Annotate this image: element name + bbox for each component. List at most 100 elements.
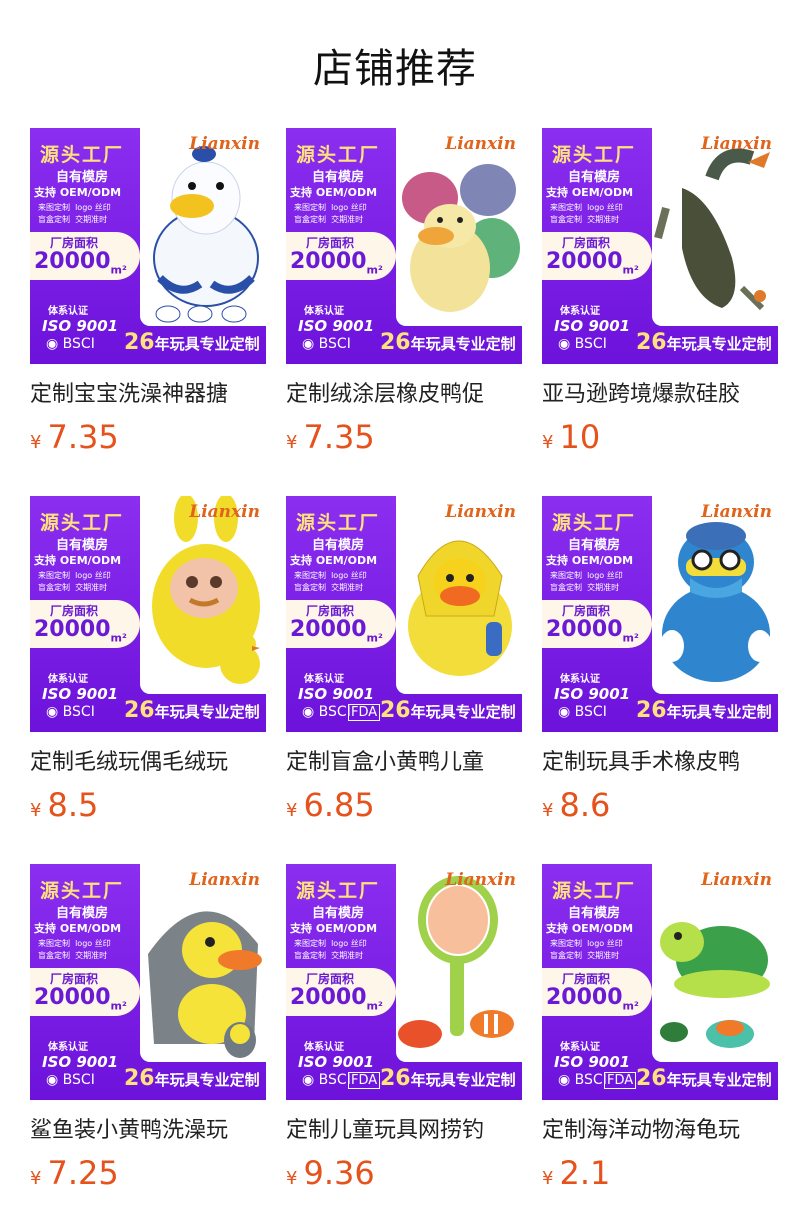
product-image[interactable]: 源头工厂 自有模房 支持 OEM/ODM 来图定制 logo 丝印 盲盒定制 交… <box>286 864 522 1100</box>
area-box: 厂房面积 20000m² <box>30 600 140 648</box>
own-mold-text: 自有模房 <box>568 538 621 553</box>
product-card[interactable]: 源头工厂 自有模房 支持 OEM/ODM 来图定制 logo 丝印 盲盒定制 交… <box>30 864 266 1192</box>
oem-text: 支持 OEM/ODM <box>34 922 122 935</box>
cert-label: 体系认证 <box>48 1042 88 1053</box>
product-name[interactable]: 定制毛绒玩偶毛绒玩 <box>30 744 266 780</box>
product-price: ¥8.6 <box>542 786 611 824</box>
product-name[interactable]: 亚马逊跨境爆款硅胶 <box>542 376 778 412</box>
product-price: ¥6.85 <box>286 786 375 824</box>
product-image[interactable]: 源头工厂 自有模房 支持 OEM/ODM 来图定制 logo 丝印 盲盒定制 交… <box>542 496 778 732</box>
own-mold-text: 自有模房 <box>56 538 109 553</box>
iso-label: ISO 9001 <box>298 685 375 703</box>
product-price: ¥2.1 <box>542 1154 611 1192</box>
area-value: 20000m² <box>34 617 127 645</box>
bsci-logo: ◉ BSCI <box>46 704 95 720</box>
services-text: 来图定制 logo 丝印 盲盒定制 交期准时 <box>550 939 623 960</box>
product-name[interactable]: 定制盲盒小黄鸭儿童 <box>286 744 522 780</box>
cert-label: 体系认证 <box>304 674 344 685</box>
oem-text: 支持 OEM/ODM <box>546 554 634 567</box>
own-mold-text: 自有模房 <box>568 170 621 185</box>
area-value: 20000m² <box>546 985 639 1013</box>
product-card[interactable]: 源头工厂 自有模房 支持 OEM/ODM 来图定制 logo 丝印 盲盒定制 交… <box>286 496 522 824</box>
product-name[interactable]: 定制玩具手术橡皮鸭 <box>542 744 778 780</box>
area-value: 20000m² <box>546 617 639 645</box>
product-image[interactable]: 源头工厂 自有模房 支持 OEM/ODM 来图定制 logo 丝印 盲盒定制 交… <box>542 128 778 364</box>
iso-label: ISO 9001 <box>42 685 119 703</box>
area-box: 厂房面积 20000m² <box>542 600 652 648</box>
product-card[interactable]: 源头工厂 自有模房 支持 OEM/ODM 来图定制 logo 丝印 盲盒定制 交… <box>286 864 522 1192</box>
iso-label: ISO 9001 <box>298 1053 375 1071</box>
oem-text: 支持 OEM/ODM <box>290 922 378 935</box>
own-mold-text: 自有模房 <box>312 906 365 921</box>
oem-text: 支持 OEM/ODM <box>546 186 634 199</box>
cert-label: 体系认证 <box>48 306 88 317</box>
factory-text: 源头工厂 <box>552 144 637 166</box>
product-image[interactable]: 源头工厂 自有模房 支持 OEM/ODM 来图定制 logo 丝印 盲盒定制 交… <box>30 864 266 1100</box>
slogan: 26年玩具专业定制 <box>636 698 772 723</box>
bunny-duck-icon <box>140 496 266 694</box>
area-box: 厂房面积 20000m² <box>286 600 396 648</box>
own-mold-text: 自有模房 <box>56 906 109 921</box>
product-card[interactable]: 源头工厂 自有模房 支持 OEM/ODM 来图定制 logo 丝印 盲盒定制 交… <box>542 128 778 456</box>
bsci-logo: ◉ BSCI <box>558 336 607 352</box>
services-text: 来图定制 logo 丝印 盲盒定制 交期准时 <box>294 939 367 960</box>
area-box: 厂房面积 20000m² <box>542 968 652 1016</box>
iso-label: ISO 9001 <box>554 685 631 703</box>
area-box: 厂房面积 20000m² <box>286 968 396 1016</box>
fishing-net-toy-icon <box>396 864 522 1062</box>
product-image[interactable]: 源头工厂 自有模房 支持 OEM/ODM 来图定制 logo 丝印 盲盒定制 交… <box>286 496 522 732</box>
cert-label: 体系认证 <box>560 306 600 317</box>
product-price: ¥10 <box>542 418 601 456</box>
product-name[interactable]: 定制绒涂层橡皮鸭促 <box>286 376 522 412</box>
services-text: 来图定制 logo 丝印 盲盒定制 交期准时 <box>38 571 111 592</box>
iso-label: ISO 9001 <box>42 317 119 335</box>
product-card[interactable]: 源头工厂 自有模房 支持 OEM/ODM 来图定制 logo 丝印 盲盒定制 交… <box>542 864 778 1192</box>
factory-text: 源头工厂 <box>40 144 125 166</box>
factory-text: 源头工厂 <box>552 880 637 902</box>
product-name[interactable]: 定制儿童玩具网捞钓 <box>286 1112 522 1148</box>
product-card[interactable]: 源头工厂 自有模房 支持 OEM/ODM 来图定制 logo 丝印 盲盒定制 交… <box>30 496 266 824</box>
bsci-logo: ◉ BSCI <box>302 1072 351 1088</box>
product-price: ¥9.36 <box>286 1154 375 1192</box>
slogan: 26年玩具专业定制 <box>124 698 260 723</box>
product-image[interactable]: 源头工厂 自有模房 支持 OEM/ODM 来图定制 logo 丝印 盲盒定制 交… <box>30 496 266 732</box>
brand-logo: Lianxin <box>189 134 260 154</box>
iso-label: ISO 9001 <box>554 317 631 335</box>
slogan: 26年玩具专业定制 <box>380 330 516 355</box>
product-card[interactable]: 源头工厂 自有模房 支持 OEM/ODM 来图定制 logo 丝印 盲盒定制 交… <box>542 496 778 824</box>
iso-label: ISO 9001 <box>42 1053 119 1071</box>
raincoat-duck-icon <box>396 496 522 694</box>
bsci-logo: ◉ BSCI <box>558 704 607 720</box>
factory-text: 源头工厂 <box>552 512 637 534</box>
oem-text: 支持 OEM/ODM <box>34 186 122 199</box>
bsci-logo: ◉ BSCI <box>46 336 95 352</box>
product-card[interactable]: 源头工厂 自有模房 支持 OEM/ODM 来图定制 logo 丝印 盲盒定制 交… <box>286 128 522 456</box>
services-text: 来图定制 logo 丝印 盲盒定制 交期准时 <box>294 571 367 592</box>
white-duck-icon <box>140 128 266 326</box>
product-name[interactable]: 定制宝宝洗澡神器搪 <box>30 376 266 412</box>
product-name[interactable]: 鲨鱼装小黄鸭洗澡玩 <box>30 1112 266 1148</box>
oem-text: 支持 OEM/ODM <box>290 186 378 199</box>
own-mold-text: 自有模房 <box>312 538 365 553</box>
product-name[interactable]: 定制海洋动物海龟玩 <box>542 1112 778 1148</box>
area-box: 厂房面积 20000m² <box>286 232 396 280</box>
brand-logo: Lianxin <box>445 502 516 522</box>
area-value: 20000m² <box>290 249 383 277</box>
product-image[interactable]: 源头工厂 自有模房 支持 OEM/ODM 来图定制 logo 丝印 盲盒定制 交… <box>542 864 778 1100</box>
brand-logo: Lianxin <box>445 870 516 890</box>
brand-logo: Lianxin <box>189 870 260 890</box>
bsci-logo: ◉ BSCI <box>46 1072 95 1088</box>
area-value: 20000m² <box>34 985 127 1013</box>
services-text: 来图定制 logo 丝印 盲盒定制 交期准时 <box>550 571 623 592</box>
slogan: 26年玩具专业定制 <box>380 698 516 723</box>
area-value: 20000m² <box>34 249 127 277</box>
product-image[interactable]: 源头工厂 自有模房 支持 OEM/ODM 来图定制 logo 丝印 盲盒定制 交… <box>30 128 266 364</box>
product-card[interactable]: 源头工厂 自有模房 支持 OEM/ODM 来图定制 logo 丝印 盲盒定制 交… <box>30 128 266 456</box>
services-text: 来图定制 logo 丝印 盲盒定制 交期准时 <box>38 203 111 224</box>
own-mold-text: 自有模房 <box>56 170 109 185</box>
iso-label: ISO 9001 <box>554 1053 631 1071</box>
product-price: ¥7.25 <box>30 1154 119 1192</box>
product-image[interactable]: 源头工厂 自有模房 支持 OEM/ODM 来图定制 logo 丝印 盲盒定制 交… <box>286 128 522 364</box>
brand-logo: Lianxin <box>445 134 516 154</box>
fda-logo: FDA <box>348 704 381 721</box>
